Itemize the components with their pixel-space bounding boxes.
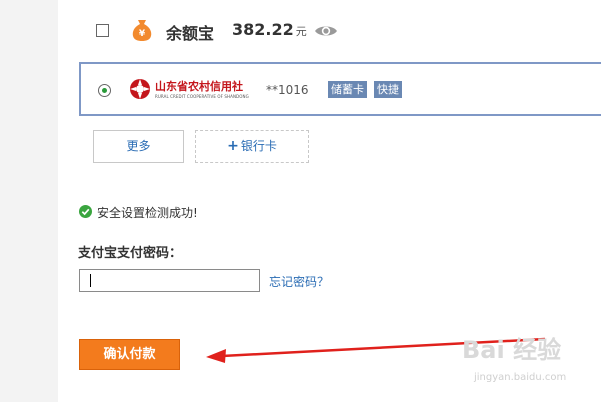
text-caret [90,274,91,287]
eye-icon[interactable] [314,23,338,39]
security-check-message: 安全设置检测成功! [97,206,198,220]
yuebao-amount: 382.22 元 [232,20,307,39]
money-bag-icon: ¥ [132,20,152,41]
bank-card-option[interactable]: 山东省农村信用社 RURAL CREDIT COOPERATIVE OF SHA… [79,62,601,116]
radio-selected-dot [102,88,107,93]
bank-name-en: RURAL CREDIT COOPERATIVE OF SHANDONG [155,94,249,99]
bank-name: 山东省农村信用社 [155,80,243,93]
add-bank-card-button[interactable]: + 银行卡 [195,130,309,163]
yuebao-amount-unit: 元 [295,25,307,38]
badge-quick-pay: 快捷 [374,81,402,98]
bank-card-radio[interactable] [98,84,111,97]
watermark-url: jingyan.baidu.com [474,372,567,383]
yuebao-amount-value: 382.22 [232,20,294,39]
badge-debit-card: 储蓄卡 [328,81,367,98]
watermark: Bai 经验 jingyan.baidu.com [462,330,601,402]
yuebao-checkbox[interactable] [96,24,109,37]
card-number: **1016 [266,83,309,97]
svg-text:¥: ¥ [139,29,146,39]
watermark-main: Bai 经验 [462,336,562,364]
yuebao-option[interactable]: ¥ 余额宝 382.22 元 [60,10,601,54]
payment-password-label: 支付宝支付密码： [78,246,183,261]
more-options-button[interactable]: 更多 [93,130,184,163]
confirm-payment-button[interactable]: 确认付款 [79,339,180,370]
plus-icon: + [227,138,239,154]
forgot-password-link[interactable]: 忘记密码？ [269,273,329,290]
add-bank-card-label: 银行卡 [240,139,277,153]
left-gutter [0,0,58,402]
yuebao-label: 余额宝 [166,24,215,43]
payment-password-input[interactable] [79,269,260,292]
rural-credit-logo-icon [130,79,150,99]
success-check-icon [79,205,92,218]
